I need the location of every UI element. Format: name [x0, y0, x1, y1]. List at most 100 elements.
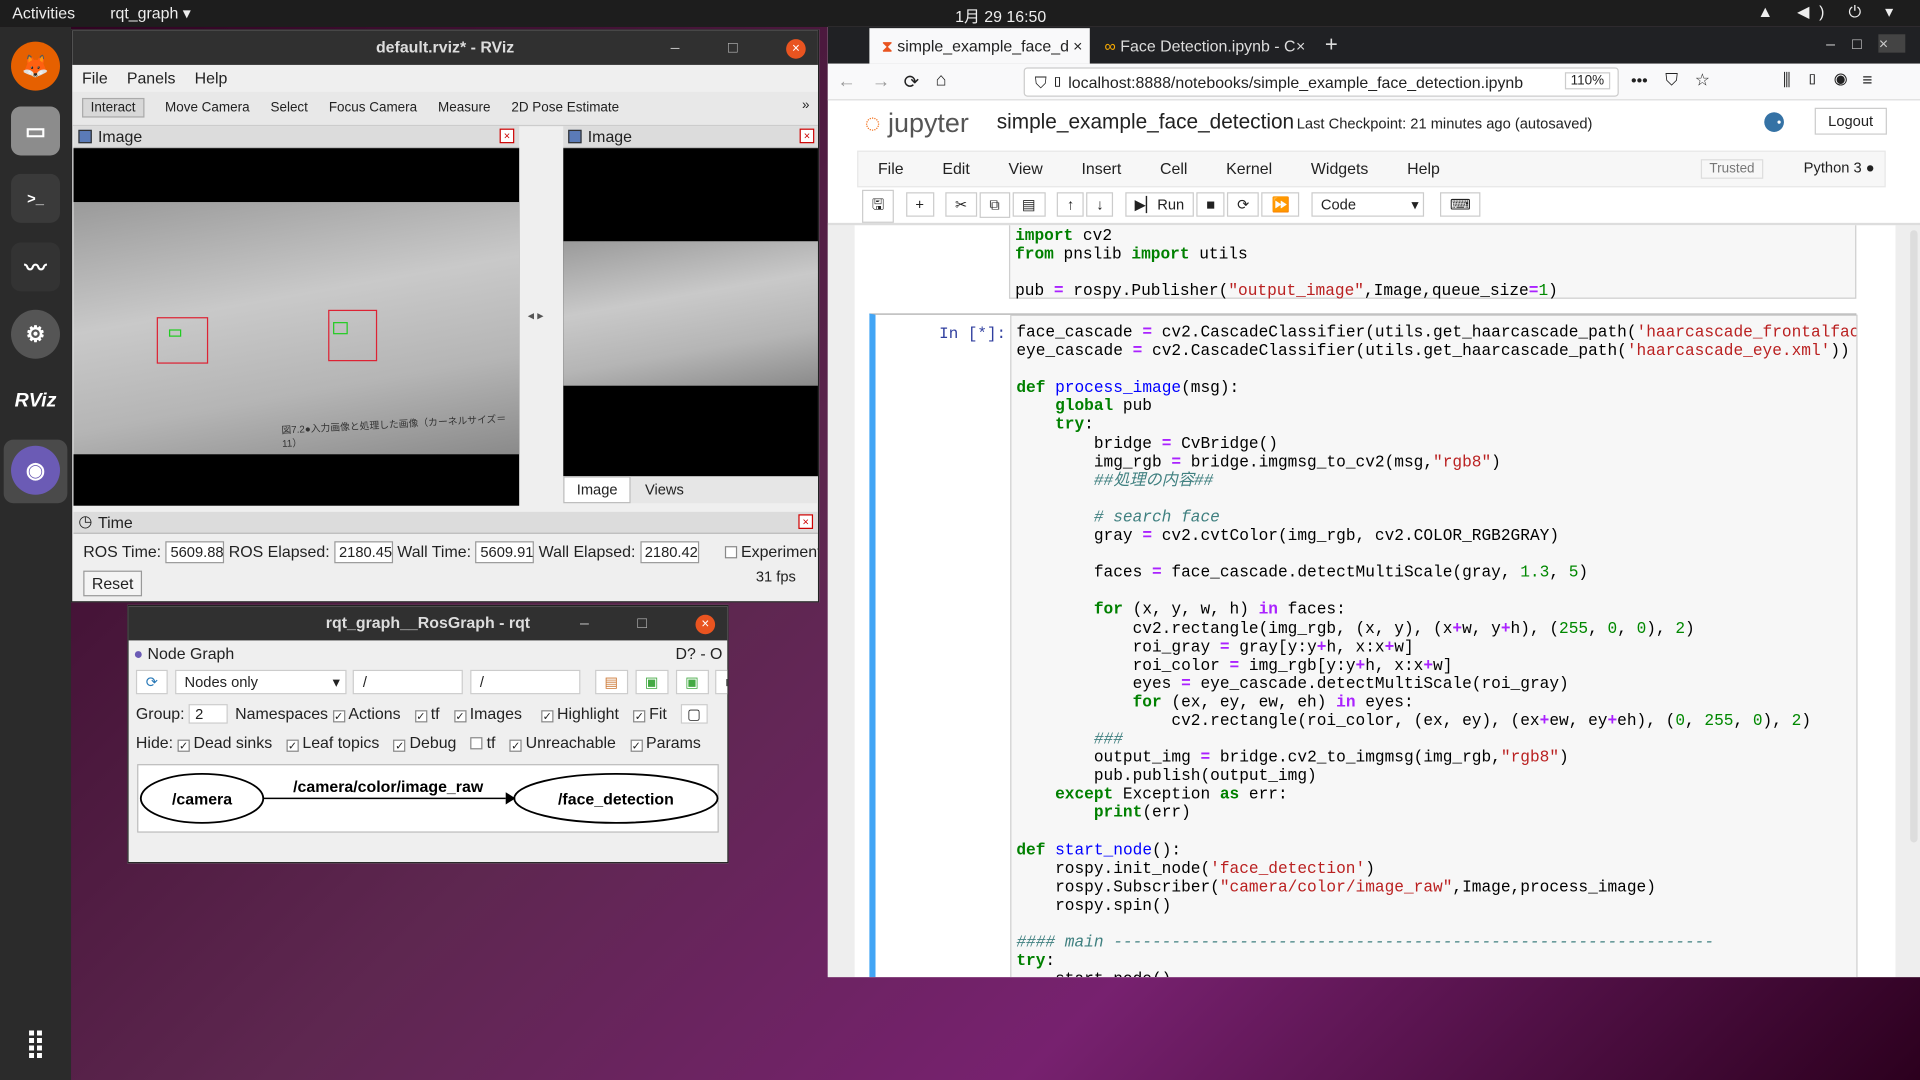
files-icon[interactable]: ▭	[11, 106, 61, 156]
tab-views[interactable]: Views	[635, 478, 694, 502]
save-icon[interactable]: 🖫	[862, 189, 895, 223]
wall-time-field[interactable]: 5609.91	[475, 541, 535, 564]
splitter-handle[interactable]: ◂ ▸	[528, 310, 544, 323]
graph-canvas[interactable]: /camera /camera/color/image_raw /face_de…	[137, 764, 719, 833]
rviz-icon[interactable]: RViz	[11, 377, 60, 426]
fit-view-icon[interactable]: ▢	[681, 704, 708, 724]
rviz-titlebar[interactable]: default.rviz* - RViz – □ ×	[72, 30, 818, 65]
wall-elapsed-field[interactable]: 2180.42	[639, 541, 699, 564]
unreachable-checkbox[interactable]: ✓	[509, 739, 522, 752]
close-icon[interactable]: ×	[499, 128, 515, 144]
tool-focus-camera[interactable]: Focus Camera	[329, 100, 417, 115]
topic-filter-input[interactable]: /	[470, 669, 581, 695]
plugin-controls[interactable]: D? - O	[676, 644, 723, 662]
tool-interact[interactable]: Interact	[82, 97, 145, 118]
window-controls[interactable]: –□×	[1826, 34, 1906, 53]
tab-face-detection[interactable]: ∞ Face Detection.ipynb - C ×	[1092, 28, 1312, 64]
close-icon[interactable]: ×	[695, 614, 716, 635]
system-monitor-icon[interactable]: 〰	[11, 242, 61, 292]
tool-2d-pose-estimate[interactable]: 2D Pose Estimate	[511, 100, 619, 115]
close-icon[interactable]: ×	[786, 39, 806, 59]
paste-icon[interactable]: ▤	[1012, 192, 1046, 217]
more-icon[interactable]: •••	[1631, 71, 1648, 89]
ros-time-field[interactable]: 5609.88	[165, 541, 225, 564]
bookmark-icon[interactable]: ☆	[1695, 70, 1710, 91]
save-dot-icon[interactable]: ▣	[634, 669, 669, 695]
close-tab-icon[interactable]: ×	[1296, 28, 1305, 65]
toolbar-more[interactable]: »	[802, 98, 810, 113]
dead-sinks-checkbox[interactable]: ✓	[177, 739, 190, 752]
close-icon[interactable]: ×	[1878, 34, 1906, 53]
tool-select[interactable]: Select	[270, 100, 307, 115]
reset-button[interactable]: Reset	[83, 570, 143, 597]
tool-measure[interactable]: Measure	[438, 100, 490, 115]
reload-icon[interactable]: ⟳	[904, 71, 919, 93]
params-checkbox[interactable]: ✓	[630, 739, 643, 752]
copy-icon[interactable]: ⧉	[979, 192, 1010, 218]
fast-forward-icon[interactable]: ⏩	[1261, 192, 1300, 217]
zoom-badge[interactable]: 110%	[1564, 72, 1611, 90]
forward-icon[interactable]: →	[872, 71, 890, 92]
debug-checkbox[interactable]: ✓	[393, 739, 406, 752]
fit-checkbox[interactable]: ✓	[633, 710, 646, 723]
trusted-badge[interactable]: Trusted	[1700, 159, 1764, 179]
screenshot-icon[interactable]: ■	[715, 669, 728, 695]
restart-icon[interactable]: ⟳	[1227, 192, 1260, 217]
close-icon[interactable]: ×	[799, 128, 815, 144]
menu-help[interactable]: Help	[1407, 159, 1440, 177]
toolbar-icons[interactable]: ⫼▯◉≡	[1783, 70, 1887, 91]
tab-image[interactable]: Image	[563, 476, 632, 504]
tool-move-camera[interactable]: Move Camera	[165, 100, 250, 115]
tf-checkbox[interactable]: ✓	[453, 710, 467, 723]
cell-source[interactable]: face_cascade = cv2.CascadeClassifier(uti…	[1010, 314, 1858, 978]
menu-widgets[interactable]: Widgets	[1311, 159, 1369, 177]
ros-elapsed-field[interactable]: 2180.45	[334, 541, 393, 564]
menu-kernel[interactable]: Kernel	[1226, 159, 1272, 177]
run-button[interactable]: ▶▏Run	[1124, 192, 1194, 217]
highlight-checkbox[interactable]: ✓	[541, 710, 554, 723]
notebook-title[interactable]: simple_example_face_detection	[997, 110, 1294, 134]
code-cell-previous[interactable]: import cv2 from pnslib import utils pub …	[1008, 225, 1857, 300]
actions-checkbox[interactable]: ✓	[414, 710, 428, 723]
url-bar[interactable]: ⛉ ▯ localhost:8888/notebooks/simple_exam…	[1023, 67, 1619, 97]
move-up-icon[interactable]: ↑	[1057, 192, 1084, 217]
menu-help[interactable]: Help	[195, 69, 228, 87]
menu-insert[interactable]: Insert	[1081, 159, 1121, 177]
jupyter-logo[interactable]: ◌ jupyter	[864, 108, 968, 140]
leaf-topics-checkbox[interactable]: ✓	[286, 739, 299, 752]
stop-icon[interactable]: ■	[1196, 192, 1225, 217]
keyboard-icon[interactable]: ⌨	[1440, 192, 1481, 217]
rqt-icon[interactable]: ◉	[11, 445, 61, 495]
clock[interactable]: 1月 29 16:50	[955, 4, 1046, 27]
rqt-titlebar[interactable]: rqt_graph__RosGraph - rqt – □ ×	[128, 606, 728, 641]
menu-file[interactable]: File	[878, 159, 904, 177]
mode-select[interactable]: Nodes only ▾	[174, 669, 347, 695]
namespaces-checkbox[interactable]: ✓	[332, 710, 345, 723]
tab-notebook[interactable]: ⧗ simple_example_face_d ×	[869, 28, 1090, 65]
close-tab-icon[interactable]: ×	[1073, 28, 1082, 65]
cell-type-select[interactable]: Code ▾	[1311, 192, 1424, 217]
app-grid-icon[interactable]: ⣿	[11, 1019, 60, 1068]
pocket-icon[interactable]: ⛉	[1665, 70, 1678, 91]
menu-cell[interactable]: Cell	[1160, 159, 1187, 177]
tf-hide-checkbox[interactable]	[470, 737, 483, 750]
back-icon[interactable]: ←	[838, 71, 856, 92]
close-icon[interactable]: ×	[798, 514, 814, 529]
settings-icon[interactable]: ⚙	[11, 309, 61, 359]
menu-edit[interactable]: Edit	[942, 159, 969, 177]
firefox-icon[interactable]: 🦊	[11, 41, 61, 91]
open-icon[interactable]: ▤	[594, 669, 629, 695]
app-menu[interactable]: rqt_graph ▾	[110, 4, 191, 24]
add-cell-icon[interactable]: +	[905, 192, 934, 217]
code-cell-active[interactable]: In [*]: face_cascade = cv2.CascadeClassi…	[869, 313, 1858, 978]
new-tab-icon[interactable]: +	[1325, 32, 1338, 58]
logout-button[interactable]: Logout	[1814, 107, 1887, 135]
menu-panels[interactable]: Panels	[127, 69, 176, 87]
node-filter-input[interactable]: /	[353, 669, 464, 695]
menu-view[interactable]: View	[1009, 159, 1043, 177]
home-icon[interactable]: ⌂	[936, 70, 947, 91]
save-svg-icon[interactable]: ▣	[675, 669, 709, 695]
refresh-icon[interactable]: ⟳	[135, 669, 168, 695]
terminal-icon[interactable]: >_	[11, 173, 61, 223]
move-down-icon[interactable]: ↓	[1086, 192, 1114, 217]
